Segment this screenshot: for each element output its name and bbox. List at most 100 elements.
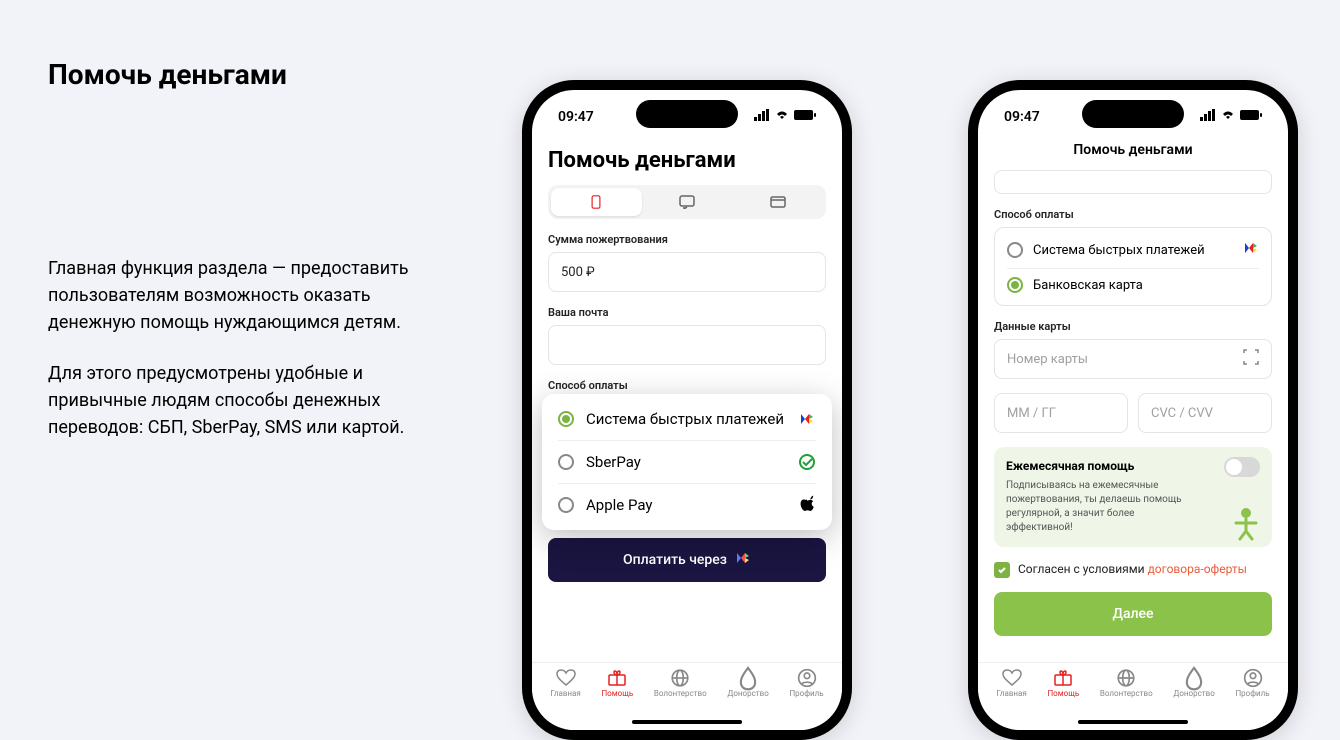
person-icon <box>1228 505 1264 541</box>
option-label: Apple Pay <box>586 496 786 514</box>
radio-icon <box>1007 242 1023 258</box>
tab-label: Главная <box>550 689 580 698</box>
signal-icon <box>1200 109 1216 125</box>
radio-icon <box>558 497 574 513</box>
method-card[interactable]: Банковская карта <box>1007 269 1259 301</box>
battery-icon <box>1240 109 1262 125</box>
home-indicator[interactable] <box>632 720 742 724</box>
payment-type-tabs <box>548 185 826 219</box>
email-label: Ваша почта <box>548 306 826 319</box>
user-icon <box>1243 669 1263 687</box>
user-icon <box>797 669 817 687</box>
consent-link[interactable]: договора-оферты <box>1148 562 1247 576</box>
tab-home[interactable]: Главная <box>996 669 1026 730</box>
card-data-label: Данные карты <box>994 320 1272 333</box>
tab-card[interactable] <box>732 188 823 216</box>
scan-icon[interactable] <box>1243 349 1259 369</box>
globe-icon <box>670 669 690 687</box>
tab-label: Донорство <box>1173 689 1214 698</box>
monthly-toggle[interactable] <box>1224 457 1260 477</box>
tab-label: Главная <box>996 689 1026 698</box>
consent-row[interactable]: Согласен с условиями договора-оферты <box>994 561 1272 578</box>
apple-icon <box>798 496 816 514</box>
wifi-icon <box>774 109 790 125</box>
cvc-input[interactable]: CVC / CVV <box>1138 393 1272 433</box>
email-input[interactable] <box>548 325 826 365</box>
radio-icon <box>558 411 574 427</box>
desc-para-1: Главная функция раздела — предоставить п… <box>48 255 428 336</box>
gift-icon <box>607 669 627 687</box>
sbp-icon <box>735 550 751 570</box>
tab-mobile[interactable] <box>551 188 642 216</box>
drop-icon <box>738 669 758 687</box>
sber-icon <box>798 453 816 471</box>
tab-profile[interactable]: Профиль <box>789 669 823 730</box>
payment-method-card: Система быстрых платежей Банковская карт… <box>994 227 1272 306</box>
drop-icon <box>1184 669 1204 687</box>
amount-input[interactable]: 500 ₽ <box>548 252 826 292</box>
radio-icon <box>1007 277 1023 293</box>
sbp-icon <box>1243 240 1259 260</box>
card-number-input[interactable]: Номер карты <box>994 339 1272 379</box>
notch <box>636 100 738 128</box>
partial-input[interactable] <box>994 170 1272 194</box>
option-sberpay[interactable]: SberPay <box>558 441 816 484</box>
card-number-placeholder: Номер карты <box>1007 352 1088 367</box>
phone-mockup-2: 09:47 Помочь деньгами Способ оплаты Сист… <box>968 80 1298 740</box>
phone-screen-1: 09:47 Помочь деньгами Сумма пожертвовани… <box>532 90 842 730</box>
tab-label: Донорство <box>727 689 768 698</box>
method-label: Банковская карта <box>1033 278 1259 293</box>
option-sbp[interactable]: Система быстрых платежей <box>558 398 816 441</box>
gift-icon <box>1053 669 1073 687</box>
method-label: Способ оплаты <box>994 208 1272 221</box>
tab-label: Помощь <box>1047 689 1079 698</box>
globe-icon <box>1116 669 1136 687</box>
battery-icon <box>794 109 816 125</box>
tab-help[interactable]: Помощь <box>601 669 633 730</box>
amount-label: Сумма пожертвования <box>548 233 826 246</box>
notch <box>1082 100 1184 128</box>
screen-title: Помочь деньгами <box>548 148 826 173</box>
tab-home[interactable]: Главная <box>550 669 580 730</box>
tab-label: Волонтерство <box>1100 689 1153 698</box>
tab-label: Профиль <box>789 689 823 698</box>
heart-icon <box>556 669 576 687</box>
pay-button[interactable]: Оплатить через <box>548 538 826 582</box>
payment-method-dropdown: Система быстрых платежей SberPay Apple P… <box>542 394 832 530</box>
heart-icon <box>1002 669 1022 687</box>
status-icons <box>754 109 816 125</box>
phone-mockup-1: 09:47 Помочь деньгами Сумма пожертвовани… <box>522 80 852 740</box>
option-label: SberPay <box>586 453 786 471</box>
status-time: 09:47 <box>558 109 594 125</box>
expiry-input[interactable]: ММ / ГГ <box>994 393 1128 433</box>
method-label: Способ оплаты <box>548 379 826 392</box>
radio-icon <box>558 454 574 470</box>
home-indicator[interactable] <box>1078 720 1188 724</box>
status-icons <box>1200 109 1262 125</box>
monthly-help-box: Ежемесячная помощь Подписываясь на ежеме… <box>994 447 1272 547</box>
status-time: 09:47 <box>1004 109 1040 125</box>
method-label: Система быстрых платежей <box>1033 243 1233 258</box>
option-applepay[interactable]: Apple Pay <box>558 484 816 526</box>
monthly-title: Ежемесячная помощь <box>1006 459 1260 473</box>
card-details-row: ММ / ГГ CVC / CVV <box>994 393 1272 433</box>
tab-label: Волонтерство <box>654 689 707 698</box>
next-button[interactable]: Далее <box>994 592 1272 636</box>
sbp-icon <box>798 410 816 428</box>
monthly-text: Подписываясь на ежемесячные пожертвовани… <box>1006 479 1197 535</box>
tab-profile[interactable]: Профиль <box>1235 669 1269 730</box>
screen-content-2: Способ оплаты Система быстрых платежей Б… <box>978 170 1288 662</box>
pay-button-label: Оплатить через <box>623 552 727 568</box>
page-title: Помочь деньгами <box>48 58 287 91</box>
tab-sms[interactable] <box>642 188 733 216</box>
nav-title: Помочь деньгами <box>978 134 1288 170</box>
tab-help[interactable]: Помощь <box>1047 669 1079 730</box>
checkbox-icon[interactable] <box>994 562 1010 578</box>
desc-para-2: Для этого предусмотрены удобные и привыч… <box>48 360 428 441</box>
method-sbp[interactable]: Система быстрых платежей <box>1007 232 1259 269</box>
tab-label: Профиль <box>1235 689 1269 698</box>
signal-icon <box>754 109 770 125</box>
phone-screen-2: 09:47 Помочь деньгами Способ оплаты Сист… <box>978 90 1288 730</box>
wifi-icon <box>1220 109 1236 125</box>
page-description: Главная функция раздела — предоставить п… <box>48 255 428 465</box>
